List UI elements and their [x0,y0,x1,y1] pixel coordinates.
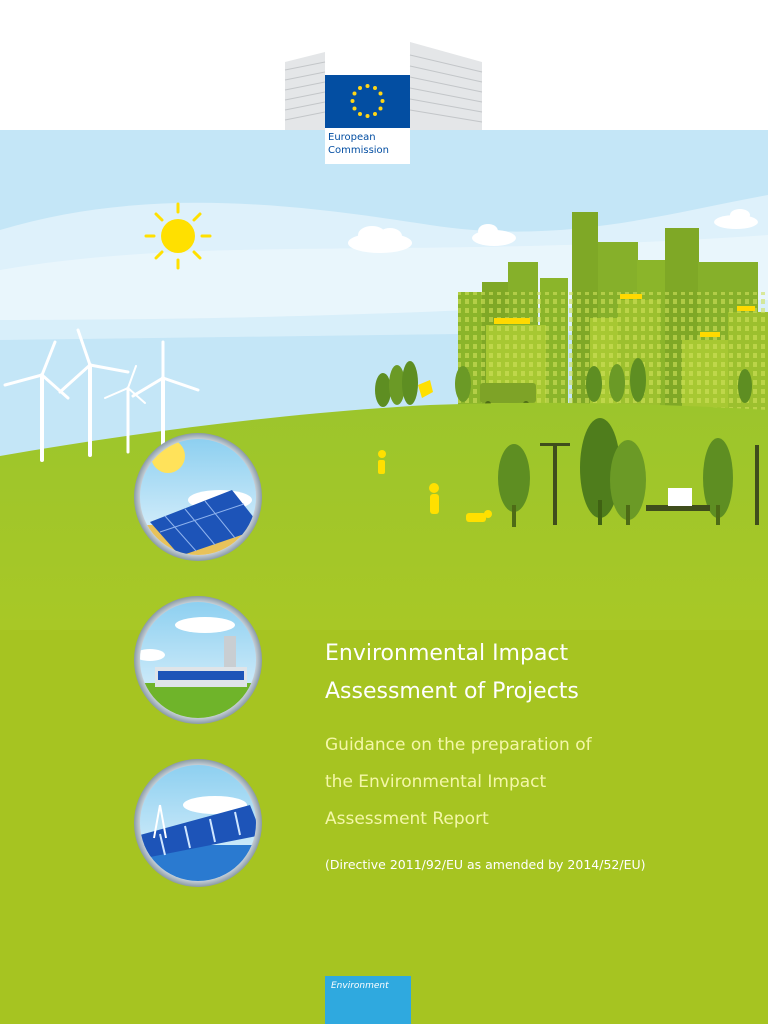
subtitle-line-3: Assessment Report [325,809,489,829]
factory-medallion [134,596,262,724]
subtitle-line-1: Guidance on the preparation of [325,735,592,755]
environment-badge: Environment [325,976,411,1024]
directive-reference: (Directive 2011/92/EU as amended by 2014… [325,857,646,872]
green-hill [0,402,768,630]
hydro-dam-medallion [134,759,262,887]
title-line-1: Environmental Impact [325,641,569,666]
title-line-2: Assessment of Projects [325,679,579,704]
european-commission-logo: European Commission [325,75,410,164]
solar-panel-medallion [134,433,262,561]
environment-badge-label: Environment [331,981,389,991]
organization-name: European Commission [328,131,389,157]
subtitle-line-2: the Environmental Impact [325,772,547,792]
eu-flag-icon [325,75,410,128]
document-title: Environmental Impact Assessment of Proje… [325,635,745,711]
org-name-line-1: European [328,132,376,143]
org-name-line-2: Commission [328,145,390,156]
document-subtitle: Guidance on the preparation of the Envir… [325,727,745,838]
